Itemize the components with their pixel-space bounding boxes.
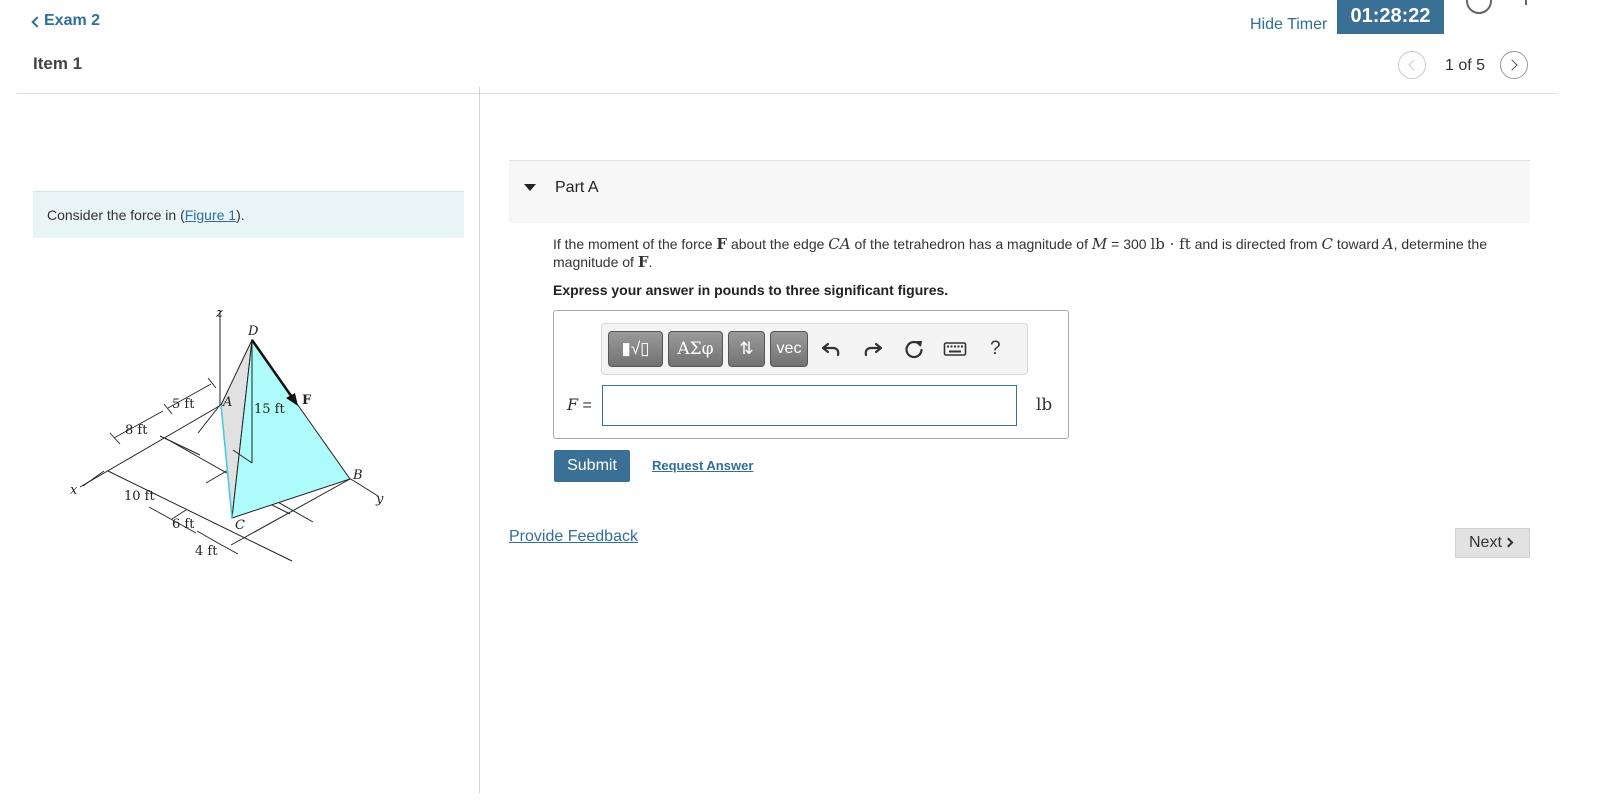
label-x: x	[70, 483, 78, 498]
answer-instruction: Express your answer in pounds to three s…	[553, 282, 949, 298]
q-math: F	[637, 253, 649, 271]
right-face	[231, 338, 351, 519]
keyboard-icon[interactable]	[943, 337, 967, 361]
answer-variable-label: F =	[567, 395, 592, 415]
menu-icon[interactable]	[1525, 0, 1527, 5]
previous-item-button[interactable]	[1398, 51, 1426, 79]
help-button[interactable]: ?	[990, 338, 1001, 360]
templates-button[interactable]: ▮√▯	[608, 331, 663, 367]
hide-timer-link[interactable]: Hide Timer	[1250, 16, 1327, 34]
q-math: F	[716, 235, 728, 253]
q-math: lb · ft	[1150, 235, 1191, 253]
reset-icon[interactable]	[902, 337, 926, 361]
figure-svg: z D A F B C x y 5 ft 15 ft 8 ft 10 ft 6 …	[70, 306, 384, 562]
chevron-right-icon	[1506, 59, 1518, 71]
intro-panel: Consider the force in (Figure 1).	[33, 191, 464, 238]
intro-text: Consider the force in (Figure 1).	[47, 207, 245, 223]
request-answer-link[interactable]: Request Answer	[652, 458, 753, 473]
question-text: If the moment of the force F about the e…	[553, 235, 1530, 271]
pager-count: 1 of 5	[1445, 57, 1486, 74]
label-4ft: 4 ft	[195, 544, 218, 559]
chevron-right-icon	[1503, 537, 1514, 548]
tetrahedron-figure: z D A F B C x y 5 ft 15 ft 8 ft 10 ft 6 …	[60, 300, 400, 570]
column-divider	[479, 87, 480, 793]
label-y: y	[375, 492, 384, 507]
next-button[interactable]: Next	[1455, 528, 1530, 558]
part-a-label: Part A	[555, 179, 599, 196]
chevron-left-icon	[1408, 59, 1420, 71]
label-c: C	[235, 518, 245, 533]
variable-symbol: F	[567, 395, 579, 414]
label-b: B	[352, 468, 363, 483]
redo-icon[interactable]	[861, 337, 885, 361]
answer-unit: lb	[1036, 395, 1053, 415]
item-pager: 1 of 5	[1398, 51, 1530, 79]
label-10ft: 10 ft	[124, 489, 155, 504]
q-text: about the edge	[727, 236, 829, 252]
header-divider	[17, 93, 1557, 94]
label-15ft: 15 ft	[254, 402, 285, 417]
chevron-left-icon	[31, 15, 43, 28]
equals-sign: =	[578, 397, 592, 414]
q-text: toward	[1332, 236, 1383, 252]
q-text: .	[648, 254, 653, 270]
math-toolbar: ▮√▯ ΑΣφ ⇅ vec ?	[601, 323, 1028, 375]
provide-feedback-link[interactable]: Provide Feedback	[509, 528, 638, 546]
item-title: Item 1	[33, 54, 83, 73]
label-5ft: 5 ft	[172, 397, 195, 412]
undo-icon[interactable]	[819, 337, 843, 361]
x-axis-line	[79, 404, 222, 488]
answer-box: ▮√▯ ΑΣφ ⇅ vec ? F = lb	[553, 310, 1069, 439]
q-math: M	[1091, 235, 1108, 253]
next-item-button[interactable]	[1500, 51, 1528, 79]
q-text: of the tetrahedron has a magnitude of	[850, 236, 1092, 252]
q-math: CA	[828, 235, 851, 253]
answer-input[interactable]	[602, 385, 1017, 426]
label-d: D	[247, 324, 259, 339]
timer-display: 01:28:22	[1337, 0, 1444, 34]
arrows-button[interactable]: ⇅	[728, 331, 765, 367]
back-to-exam-link[interactable]: Exam 2	[31, 12, 101, 30]
label-a: A	[222, 395, 232, 410]
label-f: F	[302, 393, 312, 408]
q-text: and is directed from	[1190, 236, 1322, 252]
q-math: C	[1321, 235, 1333, 253]
greek-symbols-button[interactable]: ΑΣφ	[668, 331, 723, 367]
back-link-label: Exam 2	[44, 12, 101, 29]
q-text: = 300	[1107, 236, 1151, 252]
label-6ft: 6 ft	[172, 517, 195, 532]
q-text: If the moment of the force	[553, 236, 717, 252]
next-button-label: Next	[1469, 534, 1502, 551]
label-z: z	[215, 306, 223, 321]
intro-suffix: ).	[236, 207, 245, 223]
page-header: Exam 2 Item 1 Hide Timer 01:28:22 1 of 5	[0, 0, 1597, 96]
label-8ft: 8 ft	[125, 423, 148, 438]
submit-button[interactable]: Submit	[554, 450, 630, 482]
vector-button[interactable]: vec	[770, 331, 808, 367]
intro-prefix: Consider the force in (	[47, 207, 185, 223]
q-math: A	[1382, 235, 1394, 253]
part-a-header[interactable]: Part A	[509, 160, 1530, 223]
figure-link[interactable]: Figure 1	[185, 207, 236, 223]
caret-down-icon	[524, 184, 536, 191]
info-icon[interactable]	[1466, 0, 1492, 14]
